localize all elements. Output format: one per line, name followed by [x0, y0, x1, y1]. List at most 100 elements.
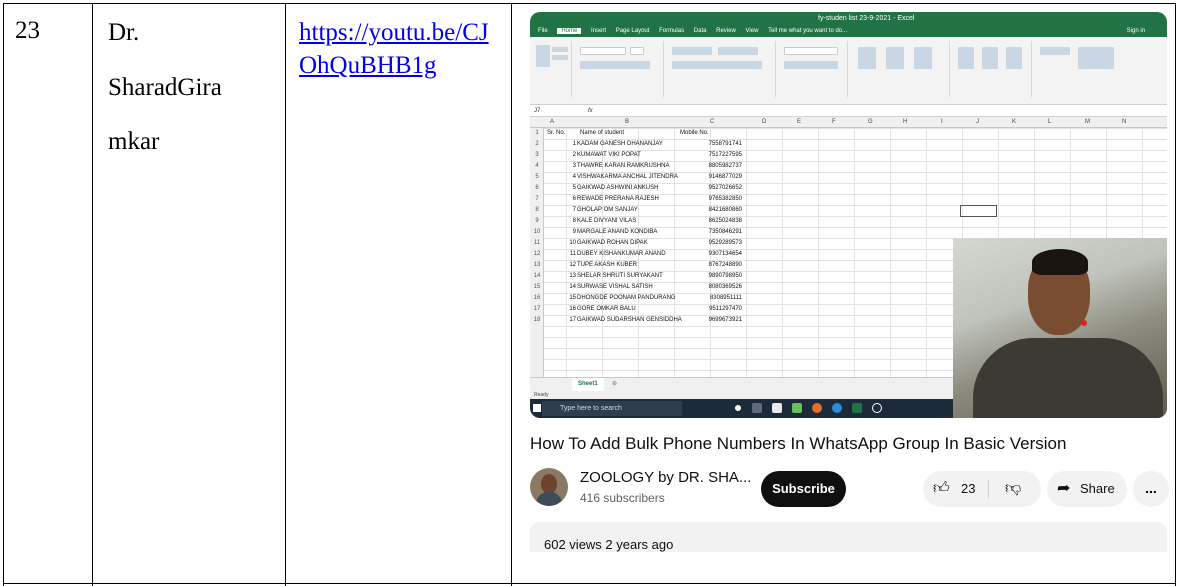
table-border-right [1175, 3, 1176, 586]
column-header[interactable]: F [832, 117, 836, 128]
selected-cell[interactable] [960, 205, 997, 217]
formula-bar[interactable]: J7 fx [530, 105, 1167, 117]
name-cell: KALE DIVYANI VILAS [577, 218, 637, 224]
mobile-cell: 7517227595 [708, 152, 742, 158]
name-cell: KADAM GANESH DHANANJAY [577, 141, 663, 147]
mobile-cell: 9146877029 [708, 174, 742, 180]
sign-in-link[interactable]: Sign in [1127, 26, 1145, 37]
table-border-left [3, 3, 4, 586]
name-box[interactable]: J7 [534, 108, 540, 114]
like-dislike-bar: 👍︎ 23 👎︎ [923, 471, 1041, 507]
name-cell: SHELAR SHRUTI SURYAKANT [577, 273, 663, 279]
table-row: 7 6 REWADE PRERANA RAJESH 9765382850 [530, 194, 750, 205]
subscriber-count: 416 subscribers [580, 491, 665, 505]
column-header[interactable]: H [903, 117, 907, 128]
mobile-cell: 8308951111 [709, 295, 742, 301]
windows-start-icon[interactable] [533, 404, 541, 412]
menu-home[interactable]: Home [557, 28, 582, 34]
table-row: 6 5 GAIKWAD ASHWINI ANKUSH 9527026652 [530, 183, 750, 194]
name-cell: GAIKWAD SUDARSHAN GENSIDDHA [577, 317, 682, 323]
sr-cell: 6 [572, 196, 576, 202]
excel-ribbon [530, 37, 1167, 105]
mobile-cell: 8767248890 [708, 262, 742, 268]
menu-view[interactable]: View [746, 28, 759, 34]
column-header[interactable]: D [762, 117, 766, 128]
sr-cell: 4 [572, 174, 576, 180]
sr-cell: 14 [569, 284, 576, 290]
sr-cell: 17 [569, 317, 576, 323]
menu-insert[interactable]: Insert [591, 28, 606, 34]
view-count-date: 602 views 2 years ago [544, 537, 674, 552]
column-header[interactable]: A [550, 117, 554, 128]
sr-cell: 9 [572, 229, 576, 235]
sr-cell: 8 [572, 218, 576, 224]
ribbon-font-group [574, 41, 664, 97]
menu-review[interactable]: Review [716, 28, 736, 34]
store-icon[interactable] [772, 403, 782, 413]
sr-cell: 15 [569, 295, 576, 301]
excel-taskbar-icon[interactable] [852, 403, 862, 413]
column-header[interactable]: I [941, 117, 943, 128]
menu-page-layout[interactable]: Page Layout [616, 28, 650, 34]
menu-data[interactable]: Data [694, 28, 707, 34]
ribbon-editing-group [1034, 41, 1124, 97]
column-header[interactable]: N [1122, 117, 1126, 128]
table-row: 15 14 SURWASE VISHAL SATISH 8080369526 [530, 282, 750, 293]
thumbs-up-icon[interactable]: 👍︎ [933, 471, 950, 507]
calculator-icon[interactable] [792, 403, 802, 413]
teacher-name-line3: mkar [108, 128, 160, 155]
column-headers: A B C D E F G H I J K L M N [530, 117, 1167, 128]
microphone-icon [1081, 320, 1087, 326]
channel-avatar[interactable] [530, 468, 568, 506]
sr-cell: 2 [572, 152, 576, 158]
column-header[interactable]: E [797, 117, 801, 128]
column-header[interactable]: K [1012, 117, 1016, 128]
mobile-cell: 9890798950 [708, 273, 742, 279]
ribbon-cells-group [952, 41, 1032, 97]
name-cell: GHOLAP OM SANJAY [577, 207, 638, 213]
taskbar-search[interactable]: Type here to search [542, 401, 682, 416]
taskbar-app-icon[interactable] [752, 403, 762, 413]
browser-icon[interactable] [832, 403, 842, 413]
table-row: 14 13 SHELAR SHRUTI SURYAKANT 9890798950 [530, 271, 750, 282]
firefox-icon[interactable] [812, 403, 822, 413]
name-cell: REWADE PRERANA RAJESH [577, 196, 659, 202]
task-view-icon[interactable] [735, 405, 741, 411]
column-header[interactable]: G [868, 117, 873, 128]
share-button[interactable]: ➦ Share [1047, 471, 1127, 507]
sr-cell: 3 [572, 163, 576, 169]
menu-file[interactable]: File [538, 28, 548, 34]
column-header[interactable]: L [1048, 117, 1051, 128]
name-cell: MARGALE ANAND KONDIBA [577, 229, 658, 235]
mobile-cell: 9307134654 [708, 251, 742, 257]
video-title[interactable]: How To Add Bulk Phone Numbers In WhatsAp… [530, 432, 1066, 456]
sr-cell: 13 [569, 273, 576, 279]
column-header[interactable]: M [1085, 117, 1090, 128]
mobile-cell: 8080369526 [708, 284, 742, 290]
mobile-cell: 7558791741 [708, 141, 742, 147]
mobile-cell: 8421680860 [708, 207, 742, 213]
column-header[interactable]: B [625, 117, 629, 128]
thumbs-down-icon[interactable]: 👎︎ [1005, 471, 1021, 507]
excel-title: fy-studen list 23-9-2021 - Excel [818, 15, 915, 22]
mobile-cell: 9511297470 [709, 306, 742, 312]
teacher-name-line1: Dr. [108, 19, 140, 46]
video-player[interactable]: fy-studen list 23-9-2021 - Excel File Ho… [530, 12, 1167, 418]
excel-title-bar: fy-studen list 23-9-2021 - Excel [530, 12, 1167, 26]
camera-icon[interactable] [872, 403, 882, 413]
sr-cell: 7 [572, 207, 576, 213]
channel-name[interactable]: ZOOLOGY by DR. SHA... [580, 468, 751, 488]
more-options-button[interactable]: ... [1133, 471, 1169, 507]
menu-formulas[interactable]: Formulas [659, 28, 684, 34]
header-mobile: Mobile No. [680, 130, 709, 136]
add-sheet-icon[interactable]: ⊕ [612, 378, 617, 391]
column-header[interactable]: C [710, 117, 714, 128]
menu-tell-me[interactable]: Tell me what you want to do... [768, 28, 847, 34]
ribbon-number-group [778, 41, 848, 97]
table-row: 9 8 KALE DIVYANI VILAS 8625024838 [530, 216, 750, 227]
subscribe-button[interactable]: Subscribe [761, 471, 846, 507]
youtube-link[interactable]: https://youtu.be/CJOhQuBHB1g [299, 16, 499, 82]
column-header[interactable]: J [976, 117, 979, 128]
like-count: 23 [961, 481, 976, 496]
table-row: 8 7 GHOLAP OM SANJAY 8421680860 [530, 205, 750, 216]
